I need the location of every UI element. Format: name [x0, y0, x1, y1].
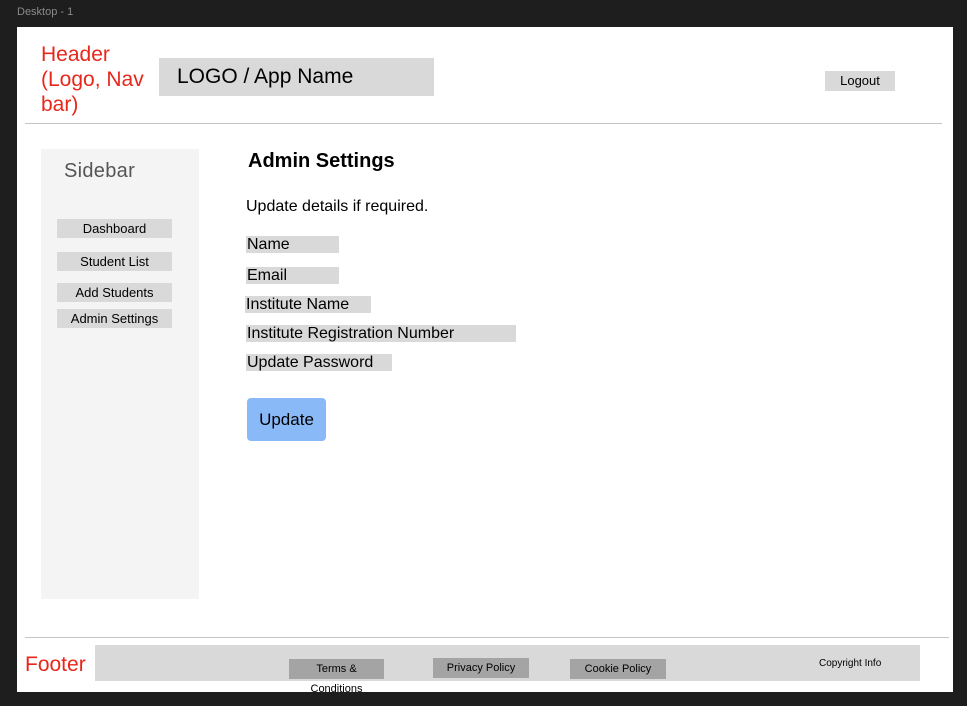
update-button[interactable]: Update: [247, 398, 326, 441]
name-field[interactable]: Name: [246, 236, 339, 253]
terms-conditions-link[interactable]: Terms & Conditions: [289, 659, 384, 695]
sidebar-item-admin-settings[interactable]: Admin Settings: [57, 309, 172, 328]
sidebar-title: Sidebar: [64, 160, 136, 182]
desktop-frame: Header (Logo, Nav bar) LOGO / App Name L…: [17, 27, 953, 695]
institute-name-field[interactable]: Institute Name: [245, 296, 371, 313]
sidebar-item-add-students[interactable]: Add Students: [57, 283, 172, 302]
privacy-policy-link[interactable]: Privacy Policy: [433, 658, 529, 678]
app-logo: LOGO / App Name: [159, 58, 434, 96]
header-annotation: Header (Logo, Nav bar): [41, 43, 144, 116]
update-password-field[interactable]: Update Password: [246, 354, 392, 371]
frame-label: Desktop - 1: [17, 6, 74, 18]
header-divider: [25, 123, 942, 124]
footer-annotation: Footer: [25, 653, 86, 676]
institute-registration-number-field[interactable]: Institute Registration Number: [246, 325, 516, 342]
email-field[interactable]: Email: [246, 267, 339, 284]
logout-button[interactable]: Logout: [825, 71, 895, 91]
cookie-policy-link[interactable]: Cookie Policy: [570, 659, 666, 679]
sidebar: Sidebar Dashboard Student List Add Stude…: [41, 149, 199, 599]
copyright-info: Copyright Info: [819, 658, 882, 669]
footer-bar: Terms & Conditions Privacy Policy Cookie…: [95, 645, 920, 695]
page-title: Admin Settings: [248, 150, 395, 172]
sidebar-item-dashboard[interactable]: Dashboard: [57, 219, 172, 238]
footer-divider: [25, 637, 949, 638]
page-subtitle: Update details if required.: [246, 198, 429, 215]
sidebar-item-student-list[interactable]: Student List: [57, 252, 172, 271]
